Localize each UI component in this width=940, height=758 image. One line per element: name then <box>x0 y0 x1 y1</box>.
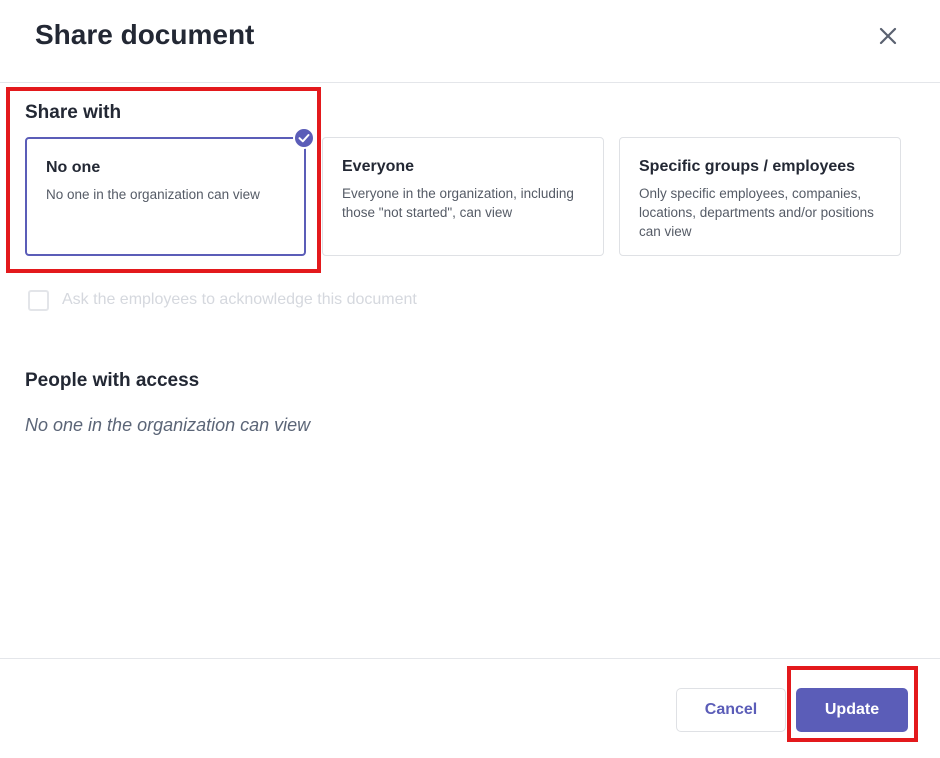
close-icon <box>879 27 897 45</box>
option-title: Specific groups / employees <box>639 158 856 175</box>
acknowledge-row: Ask the employees to acknowledge this do… <box>28 289 417 311</box>
dialog-title: Share document <box>35 19 255 50</box>
people-with-access-title: People with access <box>25 370 200 391</box>
option-description: No one in the organization can view <box>46 187 260 202</box>
share-with-title: Share with <box>25 102 122 123</box>
option-title: Everyone <box>342 158 415 175</box>
update-button[interactable]: Update <box>796 688 908 732</box>
share-option-no-one[interactable]: No one No one in the organization can vi… <box>25 137 306 256</box>
people-with-access-value: No one in the organization can view <box>25 415 311 435</box>
dialog-header: Share document <box>0 0 940 83</box>
acknowledge-label: Ask the employees to acknowledge this do… <box>62 291 417 308</box>
option-description: Only specific employees, companies, loca… <box>639 186 874 239</box>
acknowledge-checkbox[interactable] <box>28 289 49 311</box>
cancel-button[interactable]: Cancel <box>676 688 786 732</box>
option-title: No one <box>46 159 101 176</box>
share-document-dialog: Share document Share with No one No one … <box>0 0 940 758</box>
check-circle-icon <box>293 127 315 149</box>
dialog-footer: Cancel Update <box>0 658 940 758</box>
share-option-specific-groups[interactable]: Specific groups / employees Only specifi… <box>619 137 901 256</box>
option-description: Everyone in the organization, including … <box>342 186 574 220</box>
close-button[interactable] <box>872 20 904 52</box>
share-option-everyone[interactable]: Everyone Everyone in the organization, i… <box>322 137 604 256</box>
